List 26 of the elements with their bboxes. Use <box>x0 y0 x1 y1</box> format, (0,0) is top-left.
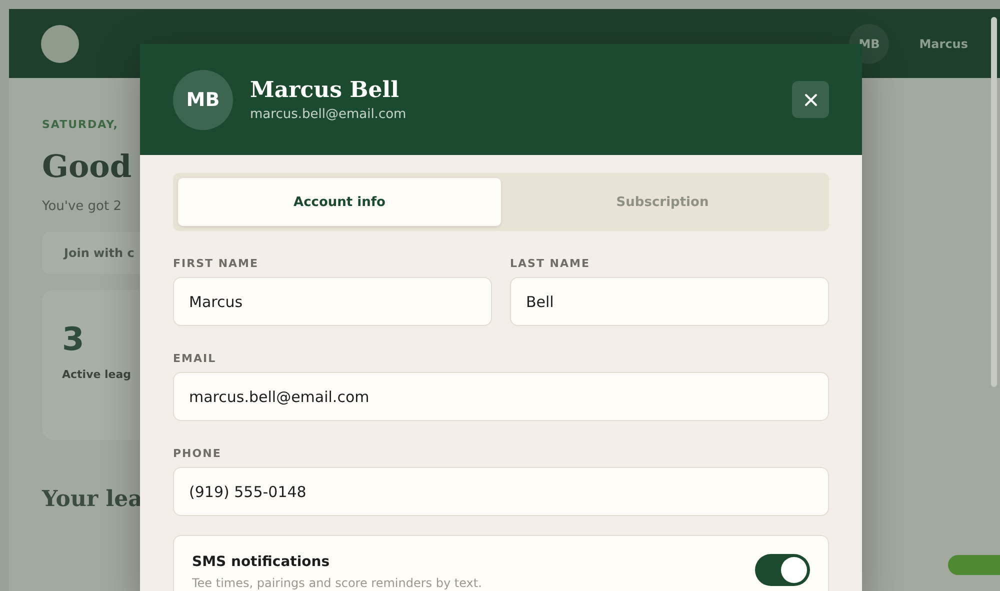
field-label: EMAIL <box>173 352 218 365</box>
date-label: SATURDAY, <box>42 118 118 131</box>
profile-avatar: MB <box>173 70 233 130</box>
section-heading: Your lea <box>42 486 142 512</box>
sms-title: SMS notifications <box>192 554 331 570</box>
close-icon <box>804 92 818 106</box>
close-button[interactable] <box>792 81 829 118</box>
user-name: Marcus <box>919 36 968 50</box>
scrollbar[interactable] <box>991 17 997 387</box>
profile-name: Marcus Bell <box>250 77 400 103</box>
profile-email: marcus.bell@email.com <box>250 107 408 122</box>
text-field[interactable]: Marcus <box>173 277 492 326</box>
field-label: LAST NAME <box>510 257 591 270</box>
stat-label: Active leag <box>62 368 132 381</box>
field-label: FIRST NAME <box>173 257 260 270</box>
sms-toggle[interactable] <box>755 554 810 586</box>
greeting-heading: Good <box>42 149 132 185</box>
sms-description: Tee times, pairings and score reminders by text. <box>192 576 483 590</box>
logo-icon <box>41 24 79 62</box>
text-field[interactable]: (919) 555-0148 <box>173 467 829 516</box>
field-label: PHONE <box>173 447 222 460</box>
text-field[interactable]: marcus.bell@email.com <box>173 372 829 421</box>
stat-value: 3 <box>62 320 84 358</box>
tab[interactable]: Account info <box>178 178 501 226</box>
text-field[interactable]: Bell <box>510 277 829 326</box>
greeting-subtitle: You've got 2 <box>42 199 122 214</box>
